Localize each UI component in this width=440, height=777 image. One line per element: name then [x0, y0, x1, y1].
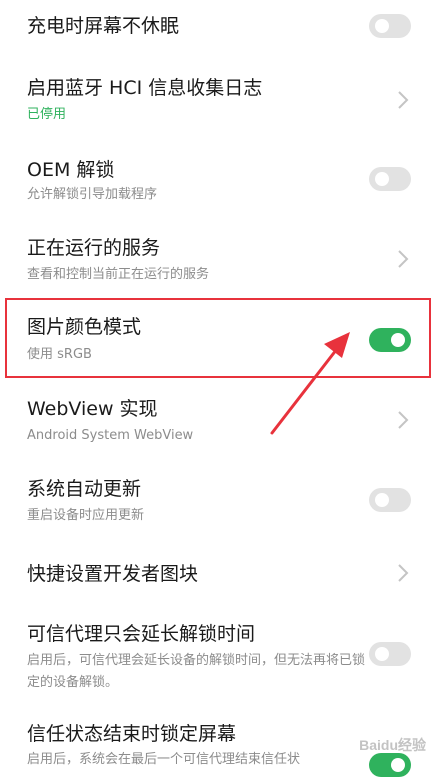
- setting-row-webview-implementation[interactable]: WebView 实现 Android System WebView: [0, 380, 440, 460]
- trust-agents-toggle[interactable]: [369, 642, 411, 666]
- stay-awake-toggle[interactable]: [369, 14, 411, 38]
- toggle-knob: [375, 647, 389, 661]
- setting-row-screen-stay-awake[interactable]: 充电时屏幕不休眠: [0, 0, 440, 60]
- chevron-right-icon: [398, 91, 409, 109]
- setting-title: WebView 实现: [27, 398, 158, 420]
- setting-status: 已停用: [27, 107, 67, 122]
- lock-on-trust-lost-toggle[interactable]: [369, 753, 411, 777]
- setting-row-quick-settings-tiles[interactable]: 快捷设置开发者图块: [0, 540, 440, 610]
- toggle-knob: [391, 758, 405, 772]
- oem-unlock-toggle[interactable]: [369, 167, 411, 191]
- setting-row-trust-agents-extend-unlock[interactable]: 可信代理只会延长解锁时间 启用后，可信代理会延长设备的解锁时间，但无法再将已锁定…: [0, 610, 440, 715]
- chevron-right-icon: [398, 411, 409, 429]
- watermark: Baidu经验: [359, 737, 426, 753]
- highlight-box: [5, 298, 431, 378]
- setting-title: 启用蓝牙 HCI 信息收集日志: [27, 77, 263, 99]
- setting-row-bluetooth-hci-log[interactable]: 启用蓝牙 HCI 信息收集日志 已停用: [0, 60, 440, 140]
- setting-title: 系统自动更新: [27, 478, 142, 500]
- toggle-knob: [375, 19, 389, 33]
- setting-subtitle: 启用后，可信代理会延长设备的解锁时间，但无法再将已锁定的设备解锁。: [27, 653, 366, 690]
- setting-title: 信任状态结束时锁定屏幕: [27, 723, 237, 745]
- toggle-knob: [375, 172, 389, 186]
- toggle-knob: [375, 493, 389, 507]
- chevron-right-icon: [398, 250, 409, 268]
- developer-options-list: 充电时屏幕不休眠 启用蓝牙 HCI 信息收集日志 已停用 OEM 解锁 允许解锁…: [0, 0, 440, 777]
- setting-title: 快捷设置开发者图块: [27, 563, 199, 585]
- setting-title: 可信代理只会延长解锁时间: [27, 623, 256, 645]
- setting-subtitle: 重启设备时应用更新: [27, 508, 145, 523]
- chevron-right-icon: [398, 564, 409, 582]
- auto-update-toggle[interactable]: [369, 488, 411, 512]
- setting-subtitle: Android System WebView: [27, 428, 194, 443]
- setting-row-auto-system-update[interactable]: 系统自动更新 重启设备时应用更新: [0, 460, 440, 540]
- setting-subtitle: 允许解锁引导加载程序: [27, 187, 158, 202]
- setting-subtitle: 启用后，系统会在最后一个可信代理结束信任状: [27, 752, 301, 767]
- setting-title: 充电时屏幕不休眠: [27, 15, 180, 37]
- setting-row-oem-unlock[interactable]: OEM 解锁 允许解锁引导加载程序: [0, 140, 440, 220]
- setting-title: 正在运行的服务: [27, 237, 161, 259]
- setting-subtitle: 查看和控制当前正在运行的服务: [27, 267, 210, 282]
- setting-row-running-services[interactable]: 正在运行的服务 查看和控制当前正在运行的服务: [0, 220, 440, 300]
- setting-title: OEM 解锁: [27, 159, 115, 181]
